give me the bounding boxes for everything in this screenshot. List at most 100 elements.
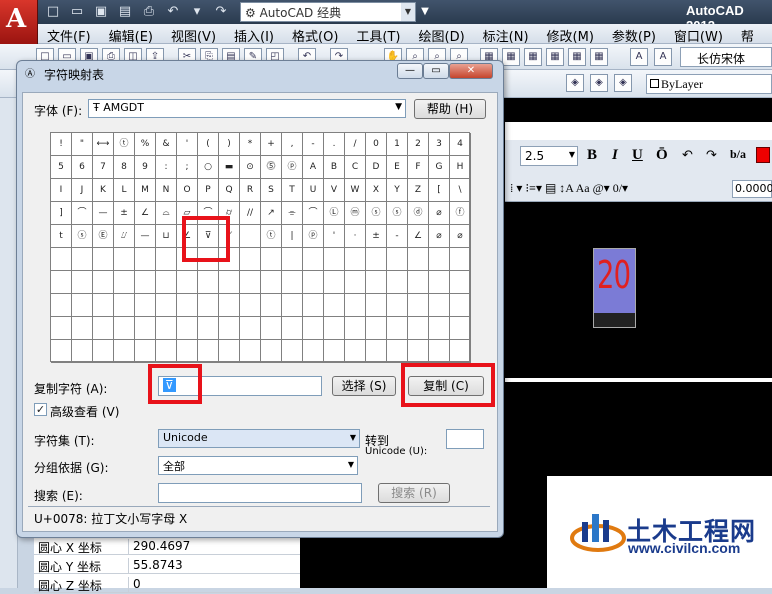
char-cell[interactable] — [366, 271, 387, 294]
char-cell[interactable] — [177, 317, 198, 340]
char-cell[interactable]: ∠ — [408, 225, 429, 248]
group-by-select[interactable]: 全部 ▼ — [158, 456, 358, 475]
char-cell[interactable] — [324, 248, 345, 271]
char-cell[interactable]: ⌰ — [114, 225, 135, 248]
save-as-icon[interactable]: ▤ — [114, 2, 136, 22]
dim-style-icon[interactable]: A — [654, 48, 672, 66]
char-cell[interactable] — [156, 294, 177, 317]
char-cell[interactable]: T — [282, 179, 303, 202]
char-cell[interactable] — [240, 271, 261, 294]
char-cell[interactable] — [240, 317, 261, 340]
char-cell[interactable] — [72, 294, 93, 317]
advanced-view-checkbox[interactable]: ✓ — [34, 403, 47, 416]
char-cell[interactable]: H — [450, 156, 471, 179]
mtext-editor-box[interactable]: 20 — [593, 248, 636, 328]
charset-select[interactable]: Unicode ▼ — [158, 429, 360, 448]
char-cell[interactable] — [282, 294, 303, 317]
char-cell[interactable] — [366, 317, 387, 340]
char-cell[interactable]: & — [156, 133, 177, 156]
redo-text-icon[interactable]: ↷ — [706, 147, 717, 163]
char-cell[interactable]: J — [72, 179, 93, 202]
char-cell[interactable]: [ — [429, 179, 450, 202]
char-cell[interactable]: ⓣ — [261, 225, 282, 248]
char-cell[interactable] — [324, 294, 345, 317]
char-cell[interactable]: | — [282, 225, 303, 248]
char-cell[interactable] — [450, 294, 471, 317]
char-cell[interactable]: N — [156, 179, 177, 202]
char-cell[interactable]: M — [135, 179, 156, 202]
char-cell[interactable] — [261, 294, 282, 317]
char-cell[interactable] — [387, 294, 408, 317]
char-cell[interactable] — [387, 248, 408, 271]
char-cell[interactable] — [345, 271, 366, 294]
minimize-button[interactable]: — — [397, 63, 423, 79]
font-select[interactable]: Ŧ AMGDT ▼ — [88, 99, 406, 118]
char-cell[interactable]: Q — [219, 179, 240, 202]
char-cell[interactable] — [450, 248, 471, 271]
char-cell[interactable]: - — [303, 133, 324, 156]
char-cell[interactable]: ⓓ — [408, 202, 429, 225]
char-cell[interactable] — [303, 294, 324, 317]
char-cell[interactable]: % — [135, 133, 156, 156]
app-menu-button[interactable]: A — [0, 0, 38, 44]
char-cell[interactable] — [345, 248, 366, 271]
char-cell[interactable] — [303, 271, 324, 294]
workspace-select[interactable]: ⚙ AutoCAD 经典 ▼ — [240, 2, 416, 22]
char-cell[interactable] — [135, 340, 156, 363]
char-cell[interactable] — [72, 340, 93, 363]
char-cell[interactable]: ⓣ — [114, 133, 135, 156]
char-cell[interactable] — [261, 271, 282, 294]
bold-button[interactable]: B — [587, 147, 597, 164]
char-cell[interactable] — [156, 271, 177, 294]
select-button[interactable]: 选择 (S) — [332, 376, 396, 396]
char-cell[interactable] — [261, 340, 282, 363]
char-cell[interactable]: 6 — [72, 156, 93, 179]
search-button[interactable]: 搜索 (R) — [378, 483, 450, 503]
character-grid[interactable]: ! " ⟷ ⓣ% & '() * +, -./0 1 2 3 4 5 6 7 8 9:; ○ ▬ ⊙ ⓹ ⓟ A B C D E F G H… — [50, 132, 471, 363]
char-cell[interactable]: ⓹ — [261, 156, 282, 179]
char-cell[interactable]: ; — [177, 156, 198, 179]
char-cell[interactable]: \ — [450, 179, 471, 202]
char-cell[interactable] — [93, 248, 114, 271]
char-cell[interactable]: 2 — [408, 133, 429, 156]
char-cell[interactable]: ↗ — [261, 202, 282, 225]
char-cell[interactable] — [198, 340, 219, 363]
char-cell[interactable] — [93, 317, 114, 340]
char-cell[interactable]: ( — [198, 133, 219, 156]
undo-icon[interactable]: ↶ — [162, 2, 184, 22]
customize-qat-button[interactable]: ▼ — [418, 2, 432, 22]
char-cell[interactable] — [387, 317, 408, 340]
text-style-icon[interactable]: A — [630, 48, 648, 66]
char-cell[interactable] — [135, 294, 156, 317]
menu-format[interactable]: 格式(O) — [283, 24, 347, 45]
layer-state-icon[interactable]: ◈ — [590, 74, 608, 92]
char-cell[interactable] — [219, 294, 240, 317]
char-cell[interactable] — [177, 271, 198, 294]
char-cell[interactable] — [114, 317, 135, 340]
char-cell[interactable]: ! — [51, 133, 72, 156]
char-cell[interactable] — [156, 340, 177, 363]
char-cell[interactable]: Ⓛ — [324, 202, 345, 225]
char-cell[interactable]: ± — [366, 225, 387, 248]
char-cell[interactable]: ⌀ — [429, 202, 450, 225]
char-cell[interactable] — [282, 271, 303, 294]
maximize-button[interactable]: ▭ — [423, 63, 449, 79]
char-cell[interactable] — [114, 340, 135, 363]
char-cell[interactable]: // — [240, 202, 261, 225]
goto-unicode-input[interactable] — [446, 429, 484, 449]
italic-button[interactable]: I — [612, 147, 618, 164]
char-cell[interactable] — [135, 248, 156, 271]
char-cell[interactable] — [450, 317, 471, 340]
menu-dimension[interactable]: 标注(N) — [474, 24, 538, 45]
char-cell[interactable]: - — [387, 225, 408, 248]
save-icon[interactable]: ▣ — [90, 2, 112, 22]
char-cell[interactable]: W — [345, 179, 366, 202]
char-cell[interactable] — [429, 340, 450, 363]
char-cell[interactable] — [114, 294, 135, 317]
char-cell[interactable] — [366, 340, 387, 363]
char-cell[interactable]: ⌓ — [156, 202, 177, 225]
char-cell[interactable]: t — [51, 225, 72, 248]
char-cell[interactable] — [198, 317, 219, 340]
property-row[interactable]: 圆心 X 坐标 290.4697 — [34, 537, 300, 555]
paragraph-icon[interactable]: ⁞ ▾ ⁝≡▾ ▤ ↕A Aa @▾ 0/▾ — [510, 181, 628, 196]
